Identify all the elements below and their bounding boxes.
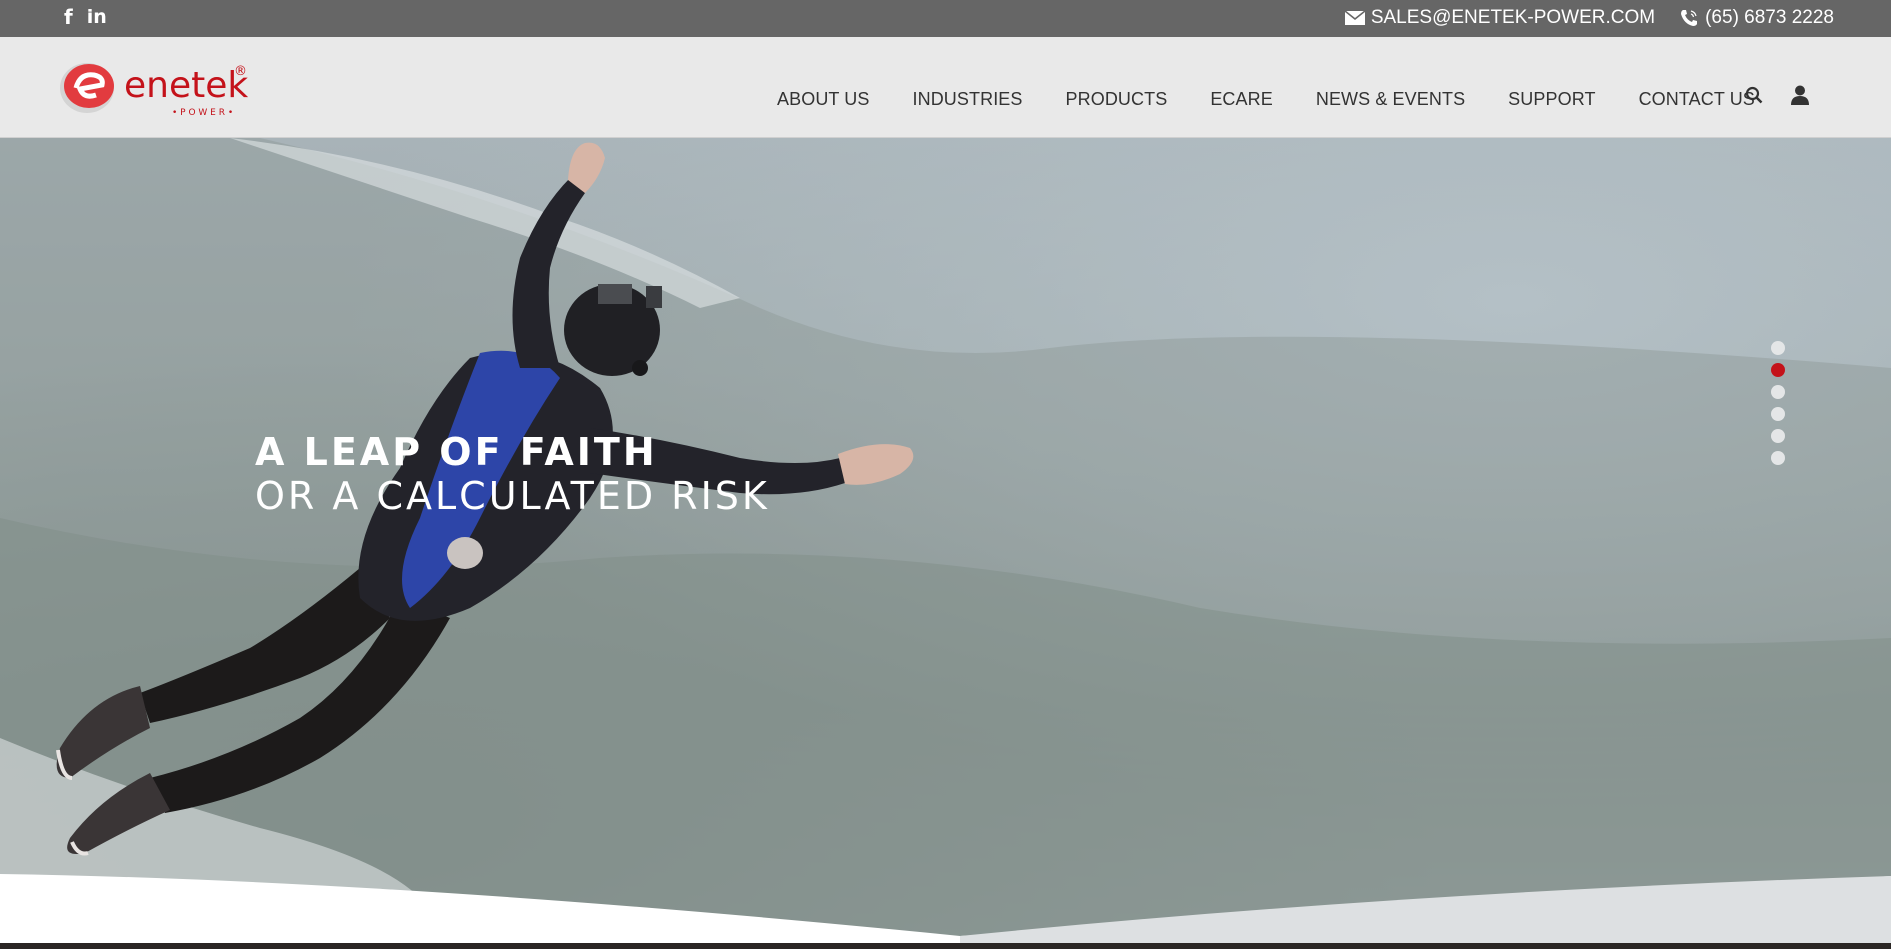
registered-mark: ® [234, 64, 247, 79]
nav-contact-us[interactable]: CONTACT US [1639, 89, 1755, 110]
hero-headline: A LEAP OF FAITH OR A CALCULATED RISK [255, 430, 770, 518]
slider-pagination [1771, 341, 1785, 465]
envelope-icon [1344, 11, 1365, 25]
user-icon[interactable] [1791, 85, 1809, 105]
hero-line-1: A LEAP OF FAITH [255, 430, 658, 474]
slide-dot[interactable] [1771, 341, 1785, 355]
slide-dot[interactable] [1771, 451, 1785, 465]
slide-dot[interactable] [1771, 407, 1785, 421]
site-header: enetek ® • P O W E R • ABOUT US INDUSTRI… [0, 37, 1891, 138]
nav-news-events[interactable]: NEWS & EVENTS [1316, 89, 1465, 110]
section-divider [0, 874, 1891, 949]
hero-line-2: OR A CALCULATED RISK [255, 474, 770, 518]
skydiver-image [0, 138, 1891, 949]
search-icon[interactable] [1745, 86, 1763, 104]
phone-link[interactable]: (65) 6873 2228 [1679, 7, 1834, 29]
slide-dot[interactable] [1771, 429, 1785, 443]
linkedin-icon[interactable]: in [87, 6, 107, 28]
logo-tagline: • P O W E R • [172, 108, 233, 118]
nav-support[interactable]: SUPPORT [1508, 89, 1595, 110]
main-nav: ABOUT US INDUSTRIES PRODUCTS ECARE NEWS … [777, 89, 1755, 110]
nav-ecare[interactable]: ECARE [1210, 89, 1273, 110]
nav-about-us[interactable]: ABOUT US [777, 89, 870, 110]
phone-icon [1681, 10, 1698, 26]
enetek-logo[interactable]: enetek ® • P O W E R • [58, 55, 258, 135]
email-text: SALES@ENETEK-POWER.COM [1370, 7, 1656, 28]
nav-products[interactable]: PRODUCTS [1066, 89, 1168, 110]
slide-dot-active[interactable] [1771, 363, 1785, 377]
nav-industries[interactable]: INDUSTRIES [913, 89, 1023, 110]
social-links: f in [64, 6, 107, 28]
contact-info: SALES@ENETEK-POWER.COM (65) 6873 2228 [1321, 7, 1834, 29]
facebook-icon[interactable]: f [64, 6, 73, 28]
logo-wordmark: enetek [124, 65, 248, 106]
top-bar: f in SALES@ENETEK-POWER.COM (65) 6873 22… [0, 0, 1891, 37]
phone-text: (65) 6873 2228 [1705, 7, 1834, 28]
email-link[interactable]: SALES@ENETEK-POWER.COM [1344, 7, 1656, 29]
hero-slider: A LEAP OF FAITH OR A CALCULATED RISK [0, 138, 1891, 949]
slide-dot[interactable] [1771, 385, 1785, 399]
header-actions [1745, 85, 1809, 105]
